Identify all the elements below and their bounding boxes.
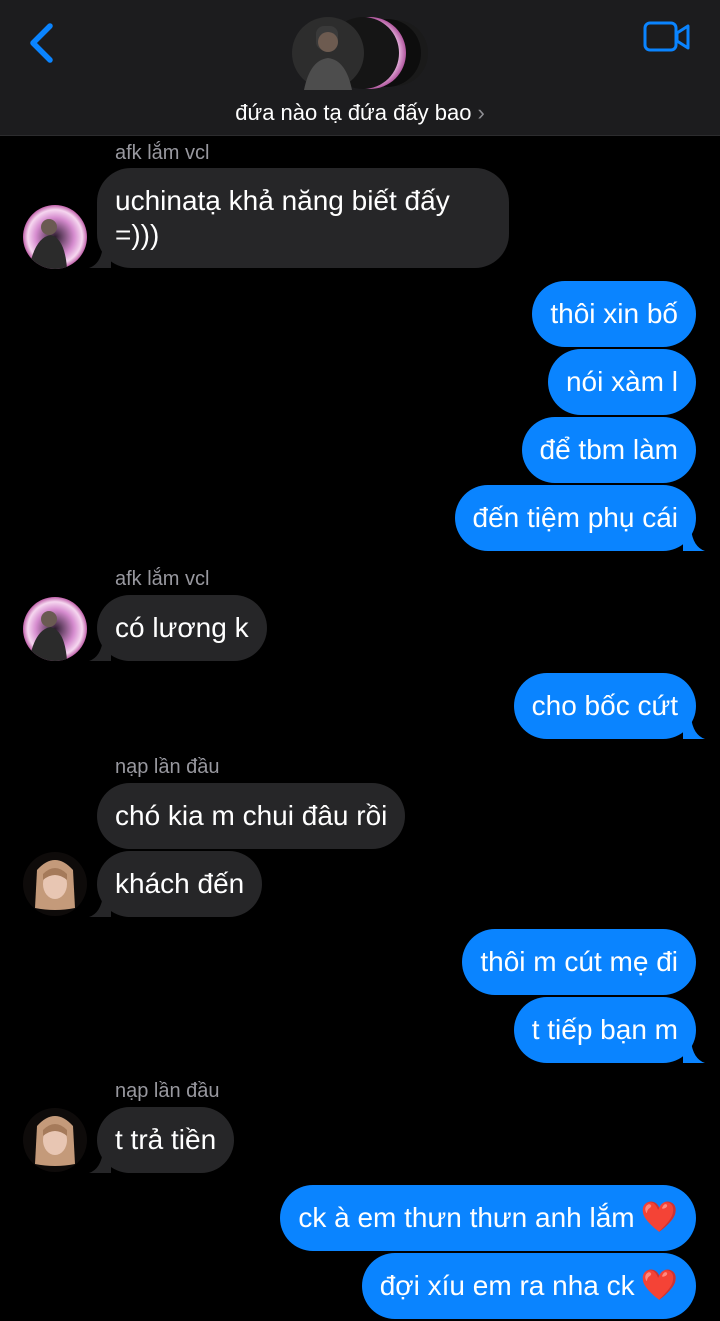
sender-name: afk lắm vcl — [115, 568, 210, 590]
message-bubble-incoming[interactable]: khách đến — [97, 851, 263, 917]
avatar — [23, 597, 87, 661]
message-text: t tiếp bạn m — [531, 1014, 678, 1045]
sender-name: nạp lần đầu — [115, 1080, 220, 1102]
bubble-tail — [683, 1041, 705, 1063]
bubble-tail — [89, 1151, 111, 1173]
message-text: chó kia m chui đâu rồi — [115, 800, 388, 831]
bubble-tail — [683, 529, 705, 551]
message-text: để tbm làm — [539, 434, 679, 465]
message-text: thôi xin bố — [550, 298, 678, 329]
message-bubble-outgoing[interactable]: thôi xin bố — [532, 281, 696, 347]
message-bubble-outgoing[interactable]: đợi xíu em ra nha ck ❤️ — [361, 1253, 696, 1319]
message-text: khách đến — [115, 868, 245, 899]
bubble-tail — [683, 717, 705, 739]
message-text: có lương k — [115, 612, 249, 643]
message-text: cho bốc cứt — [531, 690, 678, 721]
video-camera-icon — [643, 21, 690, 52]
message-text: ck à em thưn thưn anh lắm — [298, 1202, 635, 1233]
message-bubble-incoming[interactable]: chó kia m chui đâu rồi — [97, 783, 406, 849]
message-text: đợi xíu em ra nha ck — [379, 1270, 635, 1301]
message-text: nói xàm l — [565, 366, 678, 397]
avatar — [23, 1108, 87, 1172]
back-button[interactable] — [24, 20, 64, 66]
message-bubble-outgoing[interactable]: để tbm làm — [521, 417, 696, 483]
sender-name: nạp lần đầu — [115, 756, 220, 778]
avatar — [23, 205, 87, 269]
chat-title-text: đứa nào tạ đứa đấy bao — [235, 100, 472, 125]
group-avatar[interactable] — [290, 12, 430, 94]
video-call-button[interactable] — [643, 20, 691, 54]
message-bubble-incoming[interactable]: có lương k — [97, 595, 267, 661]
message-text: thôi m cút mẹ đi — [480, 946, 678, 977]
message-text: t trả tiền — [115, 1124, 217, 1155]
message-bubble-incoming[interactable]: t trả tiền — [97, 1107, 235, 1173]
message-text: đến tiệm phụ cái — [472, 502, 678, 533]
message-bubble-outgoing[interactable]: cho bốc cứt — [513, 673, 696, 739]
message-bubble-outgoing[interactable]: thôi m cút mẹ đi — [462, 929, 696, 995]
chat-header: đứa nào tạ đứa đấy bao › — [0, 0, 720, 136]
message-text: uchinatạ khả năng biết đấy =))) — [115, 185, 450, 250]
bubble-tail — [89, 895, 111, 917]
message-bubble-incoming[interactable]: uchinatạ khả năng biết đấy =))) — [97, 168, 509, 268]
bubble-tail — [89, 639, 111, 661]
chevron-right-icon: › — [477, 100, 485, 125]
message-bubble-outgoing[interactable]: ck à em thưn thưn anh lắm ❤️ — [280, 1185, 696, 1251]
heart-emoji-icon: ❤️ — [640, 1269, 678, 1302]
message-bubble-outgoing[interactable]: t tiếp bạn m — [513, 997, 696, 1063]
message-bubble-outgoing[interactable]: nói xàm l — [547, 349, 696, 415]
bubble-tail — [89, 246, 111, 268]
sender-name: afk lắm vcl — [115, 142, 210, 164]
heart-emoji-icon: ❤️ — [640, 1201, 678, 1234]
avatar — [23, 852, 87, 916]
chevron-left-icon — [30, 23, 53, 63]
message-bubble-outgoing[interactable]: đến tiệm phụ cái — [454, 485, 696, 551]
chat-title[interactable]: đứa nào tạ đứa đấy bao › — [0, 100, 720, 126]
